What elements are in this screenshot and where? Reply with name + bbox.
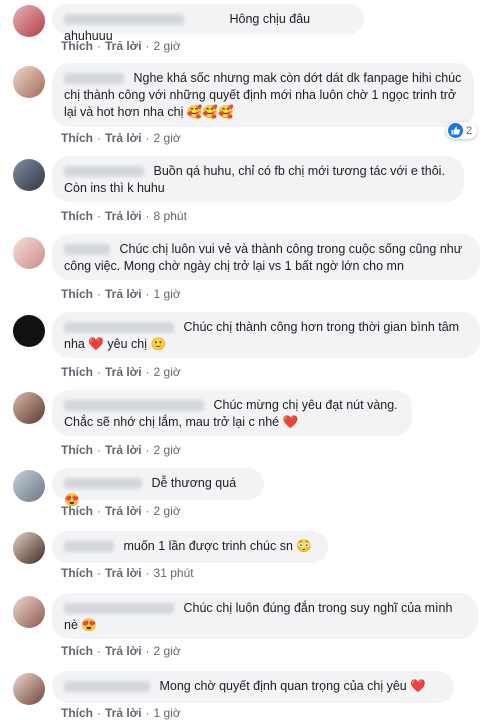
commenter-name[interactable] (64, 681, 150, 693)
reply-button[interactable]: Trả lời (105, 644, 142, 658)
comment-time[interactable]: 1 giờ (154, 706, 181, 720)
comment-time[interactable]: 2 giờ (154, 504, 181, 518)
comment-time[interactable]: 2 giờ (154, 39, 181, 53)
reaction-count: 2 (466, 124, 473, 137)
comment-text: Mong chờ quyết định quan trọng của chị y… (159, 679, 426, 693)
comment-actions: Thích · Trả lời · 2 giờ (61, 39, 181, 53)
comment-bubble: Chúc chị luôn vui vẻ và thành công trong… (52, 234, 480, 280)
commenter-name[interactable] (64, 478, 142, 490)
reply-button[interactable]: Trả lời (105, 443, 142, 457)
comment-bubble: Hông chịu đâu ahuhuuu (52, 4, 364, 43)
comment-bubble: Chúc chị luôn đúng đắn trong suy nghĩ củ… (52, 593, 478, 639)
like-button[interactable]: Thích (61, 209, 93, 223)
comment-actions: Thích · Trả lời · 1 giờ (61, 287, 181, 301)
comment-bubble: muốn 1 lần được trinh chúc sn 😳 (52, 531, 328, 563)
commenter-name[interactable] (64, 73, 124, 85)
comment-time[interactable]: 2 giờ (154, 443, 181, 457)
reply-button[interactable]: Trả lời (105, 504, 142, 518)
commenter-name[interactable] (64, 14, 184, 26)
commenter-name[interactable] (64, 322, 174, 334)
like-reaction-icon (448, 123, 463, 138)
commenter-name[interactable] (64, 244, 110, 256)
avatar[interactable] (13, 66, 45, 98)
comment-actions: Thích · Trả lời · 2 giờ (61, 443, 181, 457)
avatar[interactable] (13, 237, 45, 269)
avatar[interactable] (13, 5, 45, 37)
reply-button[interactable]: Trả lời (105, 566, 142, 580)
comment-actions: Thích · Trả lời · 2 giờ (61, 131, 181, 145)
like-button[interactable]: Thích (61, 644, 93, 658)
reaction-summary[interactable]: 2 (446, 122, 478, 139)
comment-text: Chúc chị luôn vui vẻ và thành công trong… (64, 242, 463, 273)
avatar[interactable] (13, 470, 45, 502)
comment-text: muốn 1 lần được trinh chúc sn 😳 (123, 539, 312, 553)
avatar[interactable] (13, 159, 45, 191)
reply-button[interactable]: Trả lời (105, 287, 142, 301)
avatar[interactable] (13, 673, 45, 705)
comment-actions: Thích · Trả lời · 1 giờ (61, 706, 181, 720)
reply-button[interactable]: Trả lời (105, 131, 142, 145)
comment-actions: Thích · Trả lời · 2 giờ (61, 644, 181, 658)
comment-time[interactable]: 31 phút (154, 566, 194, 580)
like-button[interactable]: Thích (61, 706, 93, 720)
avatar[interactable] (13, 596, 45, 628)
like-button[interactable]: Thích (61, 566, 93, 580)
reply-button[interactable]: Trả lời (105, 365, 142, 379)
like-button[interactable]: Thích (61, 443, 93, 457)
like-button[interactable]: Thích (61, 131, 93, 145)
avatar[interactable] (13, 392, 45, 424)
like-button[interactable]: Thích (61, 39, 93, 53)
comment-bubble: Buồn qá huhu, chỉ có fb chị mới tương tá… (52, 156, 464, 202)
comment-time[interactable]: 2 giờ (154, 365, 181, 379)
comment-time[interactable]: 2 giờ (154, 644, 181, 658)
like-button[interactable]: Thích (61, 287, 93, 301)
avatar[interactable] (13, 532, 45, 564)
commenter-name[interactable] (64, 166, 144, 178)
comment-bubble: Nghe khá sốc nhưng mak còn dớt dát dk fa… (52, 63, 474, 127)
like-button[interactable]: Thích (61, 504, 93, 518)
comment-bubble: Chúc mừng chị yêu đạt nút vàng. Chắc sẽ … (52, 390, 412, 436)
comment-bubble: Chúc chị thành công hơn trong thời gian … (52, 312, 480, 358)
comment-actions: Thích · Trả lời · 2 giờ (61, 504, 181, 518)
commenter-name[interactable] (64, 603, 174, 615)
reply-button[interactable]: Trả lời (105, 706, 142, 720)
comment-actions: Thích · Trả lời · 2 giờ (61, 365, 181, 379)
comment-time[interactable]: 1 giờ (154, 287, 181, 301)
comment-actions: Thích · Trả lời · 31 phút (61, 566, 194, 580)
commenter-name[interactable] (64, 400, 204, 412)
comment-time[interactable]: 8 phút (154, 209, 187, 223)
comment-bubble: Mong chờ quyết định quan trọng của chị y… (52, 671, 454, 703)
comment-bubble: Dễ thương quá 😍 (52, 468, 264, 507)
comment-actions: Thích · Trả lời · 8 phút (61, 209, 187, 223)
reply-button[interactable]: Trả lời (105, 39, 142, 53)
like-button[interactable]: Thích (61, 365, 93, 379)
reply-button[interactable]: Trả lời (105, 209, 142, 223)
commenter-name[interactable] (64, 541, 114, 553)
comment-time[interactable]: 2 giờ (154, 131, 181, 145)
avatar[interactable] (13, 315, 45, 347)
